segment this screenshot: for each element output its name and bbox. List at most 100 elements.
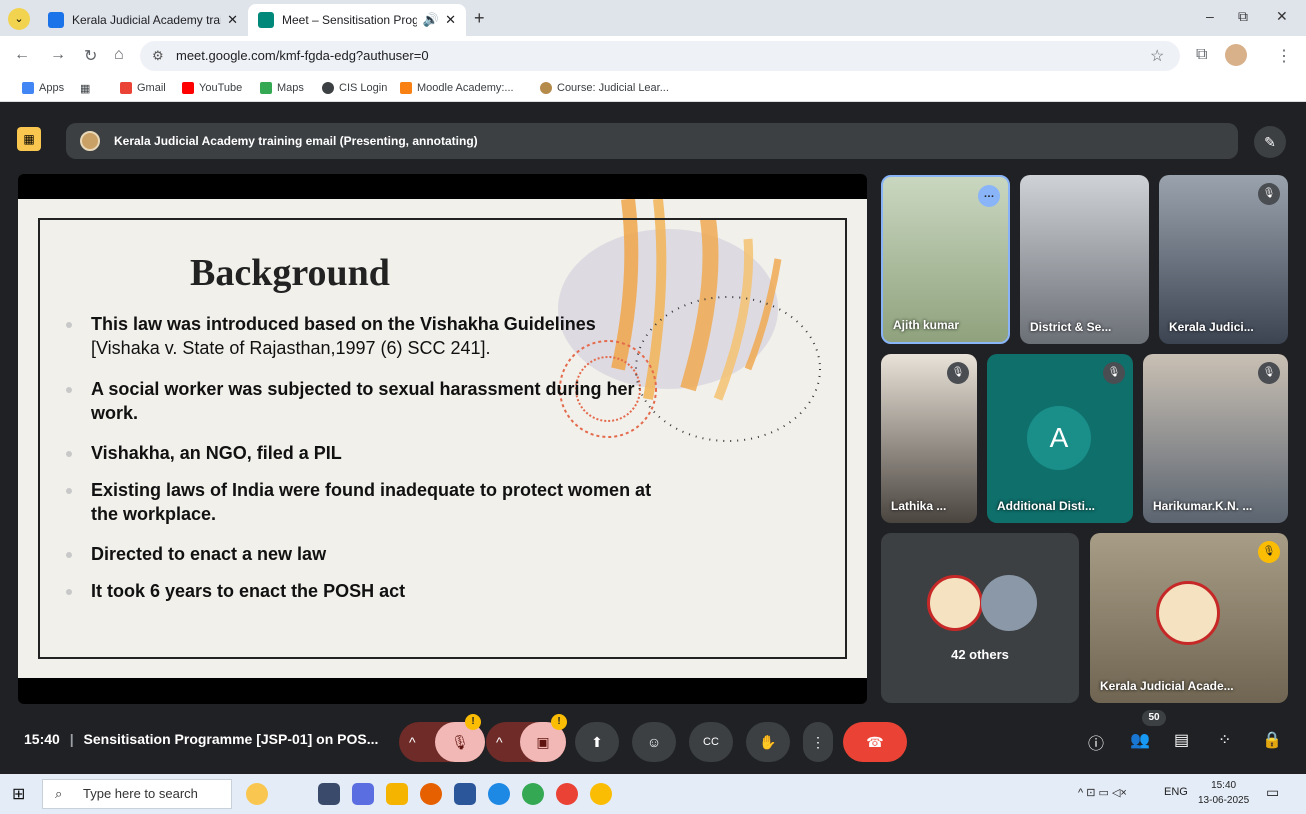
copilot-sparkle-icon[interactable] bbox=[246, 783, 268, 805]
bookmark-youtube[interactable]: YouTube bbox=[182, 82, 242, 94]
bookmark-maps[interactable]: Maps bbox=[260, 82, 304, 94]
bookmark-star-icon[interactable]: ☆ bbox=[1150, 46, 1164, 66]
others-count: 42 others bbox=[951, 647, 1009, 662]
bookmark-cis-login[interactable]: CIS Login bbox=[322, 82, 387, 94]
new-tab-button[interactable]: + bbox=[474, 8, 485, 29]
slide-bullet-2: A social worker was subjected to sexual … bbox=[91, 377, 671, 425]
emoji-reaction-icon[interactable]: ☺ bbox=[632, 722, 676, 762]
firefox-icon[interactable] bbox=[420, 783, 442, 805]
notifications-icon[interactable]: ▭ bbox=[1266, 784, 1279, 801]
participant-tile[interactable]: 🎙 Lathika ... bbox=[881, 354, 977, 523]
tab-meet[interactable]: Meet – Sensitisation Progra 🔊 ✕ bbox=[248, 4, 466, 36]
windows-start-icon[interactable]: ⊞ bbox=[12, 784, 25, 804]
bullet-dot bbox=[66, 552, 72, 558]
bullet-text-bold: Vishakha, an NGO, filed a PIL bbox=[91, 443, 342, 463]
present-screen-icon[interactable]: ⬆ bbox=[575, 722, 619, 762]
tab-groups-icon[interactable]: ▦ bbox=[80, 82, 90, 95]
chevron-up-icon[interactable]: ^ bbox=[496, 722, 503, 762]
bullet-text-bold: A social worker was subjected to sexual … bbox=[91, 379, 635, 423]
meeting-title: Sensitisation Programme [JSP-01] on POS.… bbox=[83, 731, 379, 747]
others-tile[interactable]: 42 others bbox=[881, 533, 1079, 703]
participant-avatar bbox=[981, 575, 1037, 631]
meeting-details-icon[interactable]: ⓘ bbox=[1088, 730, 1104, 754]
tray-icons[interactable]: ^ ⊡ ▭ ◁× bbox=[1078, 786, 1127, 799]
taskbar-search[interactable]: ⌕ Type here to search bbox=[42, 779, 232, 809]
bullet-text-bold: This law was introduced based on the Vis… bbox=[91, 314, 596, 334]
reload-icon[interactable]: ↻ bbox=[84, 46, 97, 66]
participant-tile[interactable]: District & Se... bbox=[1020, 175, 1149, 344]
slide-title: Background bbox=[190, 252, 390, 294]
participant-name: Harikumar.K.N. ... bbox=[1153, 499, 1253, 513]
raise-hand-icon[interactable]: ✋ bbox=[746, 722, 790, 762]
annotate-pen-icon[interactable]: ✎ bbox=[1254, 126, 1286, 158]
profile-avatar[interactable] bbox=[1225, 44, 1247, 66]
more-options-icon[interactable]: ⋮ bbox=[803, 722, 833, 762]
participant-tile[interactable]: 🎙 A Additional Disti... bbox=[987, 354, 1133, 523]
presenter-avatar bbox=[80, 131, 100, 151]
participant-tile[interactable]: 🎙 Kerala Judicial Acade... bbox=[1090, 533, 1288, 703]
chrome-icon[interactable] bbox=[522, 783, 544, 805]
bookmark-apps[interactable]: Apps bbox=[22, 82, 64, 94]
audio-playing-icon[interactable]: 🔊 bbox=[423, 12, 439, 28]
bookmark-gmail[interactable]: Gmail bbox=[120, 82, 166, 94]
stop-presenting-icon[interactable]: ▦ bbox=[17, 127, 41, 151]
activities-icon[interactable]: ⁘ bbox=[1218, 730, 1231, 750]
address-bar[interactable]: ⚙ meet.google.com/kmf-fgda-edg?authuser=… bbox=[140, 41, 1180, 71]
search-placeholder: Type here to search bbox=[83, 786, 198, 801]
input-language[interactable]: ENG bbox=[1164, 786, 1188, 798]
captions-icon[interactable]: CC bbox=[689, 722, 733, 762]
back-icon[interactable]: ← bbox=[14, 46, 30, 64]
home-icon[interactable]: ⌂ bbox=[114, 46, 124, 64]
meeting-time: 15:40 bbox=[24, 731, 60, 747]
slide-bullet-1: This law was introduced based on the Vis… bbox=[91, 312, 671, 360]
url-text: meet.google.com/kmf-fgda-edg?authuser=0 bbox=[176, 48, 429, 63]
forward-icon[interactable]: → bbox=[50, 46, 66, 64]
chevron-up-icon[interactable]: ^ bbox=[409, 722, 416, 762]
word-icon[interactable] bbox=[454, 783, 476, 805]
bookmark-label: Gmail bbox=[137, 82, 166, 94]
chrome-profile-icon[interactable] bbox=[556, 783, 578, 805]
close-window-button[interactable]: ✕ bbox=[1276, 8, 1288, 25]
app-icon[interactable] bbox=[488, 783, 510, 805]
maps-icon bbox=[260, 82, 272, 94]
slide-bullet-4: Existing laws of India were found inadeq… bbox=[91, 478, 671, 526]
slide-bullet-5: Directed to enact a new law bbox=[91, 542, 671, 566]
academy-icon bbox=[540, 82, 552, 94]
bookmark-course[interactable]: Course: Judicial Lear... bbox=[540, 82, 669, 94]
site-info-icon[interactable]: ⚙ bbox=[152, 41, 164, 71]
app-icon[interactable] bbox=[352, 783, 374, 805]
leave-call-icon[interactable]: ☎ bbox=[843, 722, 907, 762]
taskbar-clock[interactable]: 15:40 13-06-2025 bbox=[1198, 778, 1249, 808]
close-tab-icon[interactable]: ✕ bbox=[445, 12, 456, 28]
minimize-button[interactable]: – bbox=[1206, 8, 1214, 24]
participant-name: Additional Disti... bbox=[997, 499, 1095, 513]
presentation-slide: Background This law was introduced based… bbox=[18, 199, 867, 678]
participant-name: Lathika ... bbox=[891, 499, 947, 513]
people-icon[interactable]: 👥 bbox=[1130, 730, 1150, 750]
restore-button[interactable]: ⧉ bbox=[1238, 8, 1248, 25]
youtube-icon bbox=[182, 82, 194, 94]
globe-icon bbox=[322, 82, 334, 94]
bookmark-moodle[interactable]: Moodle Academy:... bbox=[400, 82, 514, 94]
bullet-text-bold: Existing laws of India were found inadeq… bbox=[91, 480, 652, 524]
more-options-icon[interactable]: … bbox=[978, 185, 1000, 207]
extensions-icon[interactable]: ⧉ bbox=[1196, 46, 1207, 64]
participant-name: Kerala Judicial Acade... bbox=[1100, 679, 1234, 693]
tab-search-icon[interactable]: ⌄ bbox=[8, 8, 30, 30]
tab-kerala-judicial-academy[interactable]: Kerala Judicial Academy trainin ✕ bbox=[38, 4, 248, 36]
chrome-profile-icon[interactable] bbox=[590, 783, 612, 805]
tab-label: Kerala Judicial Academy trainin bbox=[72, 13, 221, 27]
host-controls-icon[interactable]: 🔒 bbox=[1262, 730, 1282, 750]
presentation-label: Kerala Judicial Academy training email (… bbox=[114, 134, 478, 148]
bullet-dot bbox=[66, 589, 72, 595]
mic-muted-icon: 🎙 bbox=[1258, 541, 1280, 563]
participant-tile[interactable]: 🎙 Harikumar.K.N. ... bbox=[1143, 354, 1288, 523]
chrome-menu-icon[interactable]: ⋮ bbox=[1276, 46, 1292, 66]
participant-tile[interactable]: … Ajith kumar bbox=[881, 175, 1010, 344]
file-explorer-icon[interactable] bbox=[386, 783, 408, 805]
participant-name: District & Se... bbox=[1030, 320, 1112, 334]
chat-icon[interactable]: ▤ bbox=[1174, 730, 1189, 750]
participant-tile[interactable]: 🎙 Kerala Judici... bbox=[1159, 175, 1288, 344]
close-tab-icon[interactable]: ✕ bbox=[227, 12, 238, 28]
task-view-icon[interactable] bbox=[318, 783, 340, 805]
